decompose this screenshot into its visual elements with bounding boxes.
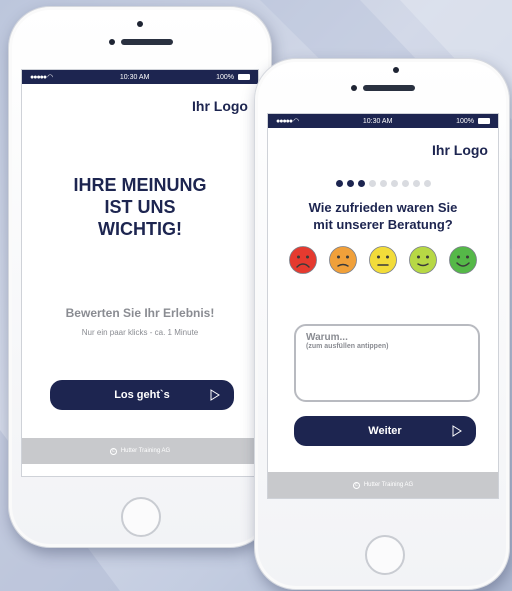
progress-dot — [401, 180, 409, 187]
signal-indicator: ●●●●● ◠ — [30, 74, 54, 81]
next-button-label: Weiter — [368, 425, 402, 437]
headline-line-1: IHRE MEINUNG — [73, 175, 207, 195]
wifi-icon: ◠ — [47, 74, 54, 81]
rating-faces — [268, 245, 498, 275]
start-button-label: Los geht`s — [114, 389, 170, 401]
signal-indicator: ●●●●● ◠ — [276, 118, 300, 125]
footer-bar: c Hutter Training AG — [268, 472, 498, 498]
progress-dot — [423, 180, 431, 187]
speaker-slot — [121, 39, 173, 45]
rate-experience-text: Bewerten Sie Ihr Erlebnis! — [65, 306, 215, 320]
unhappy-face-icon[interactable] — [328, 245, 358, 275]
wifi-icon: ◠ — [293, 118, 300, 125]
camera-dot — [393, 67, 399, 73]
copyright-icon: c — [352, 481, 360, 489]
front-camera — [351, 85, 357, 91]
headline-line-3: WICHTIG! — [98, 219, 182, 239]
progress-dot — [412, 180, 420, 187]
camera-dot — [137, 21, 143, 27]
neutral-face-icon[interactable] — [368, 245, 398, 275]
headline-line-2: IST UNS — [104, 197, 176, 217]
status-bar: ●●●●● ◠ 10:30 AM 100% — [22, 70, 258, 84]
survey-question: Wie zufrieden waren Sie mit unserer Bera… — [268, 199, 498, 233]
home-button[interactable] — [121, 497, 161, 537]
play-arrow-icon — [452, 425, 462, 437]
footer-bar: c Hutter Training AG — [22, 438, 258, 464]
battery-icon — [478, 118, 490, 124]
speaker-slot — [363, 85, 415, 91]
question-line-1: Wie zufrieden waren Sie — [308, 200, 458, 215]
next-button[interactable]: Weiter — [294, 416, 476, 446]
happy-face-icon[interactable] — [408, 245, 438, 275]
copyright-icon: c — [109, 447, 117, 455]
progress-dots — [268, 180, 498, 187]
comment-title: Warum... — [306, 332, 348, 343]
progress-dot — [390, 180, 398, 187]
welcome-screen: ●●●●● ◠ 10:30 AM 100% Ihr Logo IHRE MEIN… — [21, 69, 259, 477]
very-happy-face-icon[interactable] — [448, 245, 478, 275]
start-survey-button[interactable]: Los geht`s — [50, 380, 234, 410]
progress-dot-active — [357, 180, 365, 187]
brand-logo: Ihr Logo — [432, 142, 488, 158]
progress-dot-active — [335, 180, 343, 187]
welcome-headline: IHRE MEINUNG IST UNS WICHTIG! — [22, 174, 258, 240]
duration-note: Nur ein paar klicks - ca. 1 Minute — [81, 328, 199, 337]
progress-dot — [379, 180, 387, 187]
question-line-2: mit unserer Beratung? — [313, 217, 453, 232]
comment-field[interactable]: Warum... (zum ausfüllen antippen) — [294, 324, 480, 402]
status-bar: ●●●●● ◠ 10:30 AM 100% — [268, 114, 498, 128]
front-camera — [109, 39, 115, 45]
status-time: 10:30 AM — [119, 73, 150, 81]
progress-dot — [368, 180, 376, 187]
battery-text: 100% — [216, 73, 234, 81]
battery-text: 100% — [456, 117, 474, 125]
phone-survey: ●●●●● ◠ 10:30 AM 100% Ihr Logo Wie zufri… — [254, 58, 510, 590]
phone-welcome: ●●●●● ◠ 10:30 AM 100% Ihr Logo IHRE MEIN… — [8, 6, 272, 548]
footer-company: Hutter Training AG — [120, 448, 171, 454]
status-time: 10:30 AM — [362, 117, 393, 125]
very-unhappy-face-icon[interactable] — [288, 245, 318, 275]
play-arrow-icon — [210, 389, 220, 401]
battery-icon — [238, 74, 250, 80]
brand-logo: Ihr Logo — [192, 98, 248, 114]
home-button[interactable] — [365, 535, 405, 575]
progress-dot-active — [346, 180, 354, 187]
footer-company: Hutter Training AG — [363, 482, 414, 488]
comment-hint: (zum ausfüllen antippen) — [306, 343, 389, 350]
survey-screen: ●●●●● ◠ 10:30 AM 100% Ihr Logo Wie zufri… — [267, 113, 499, 499]
